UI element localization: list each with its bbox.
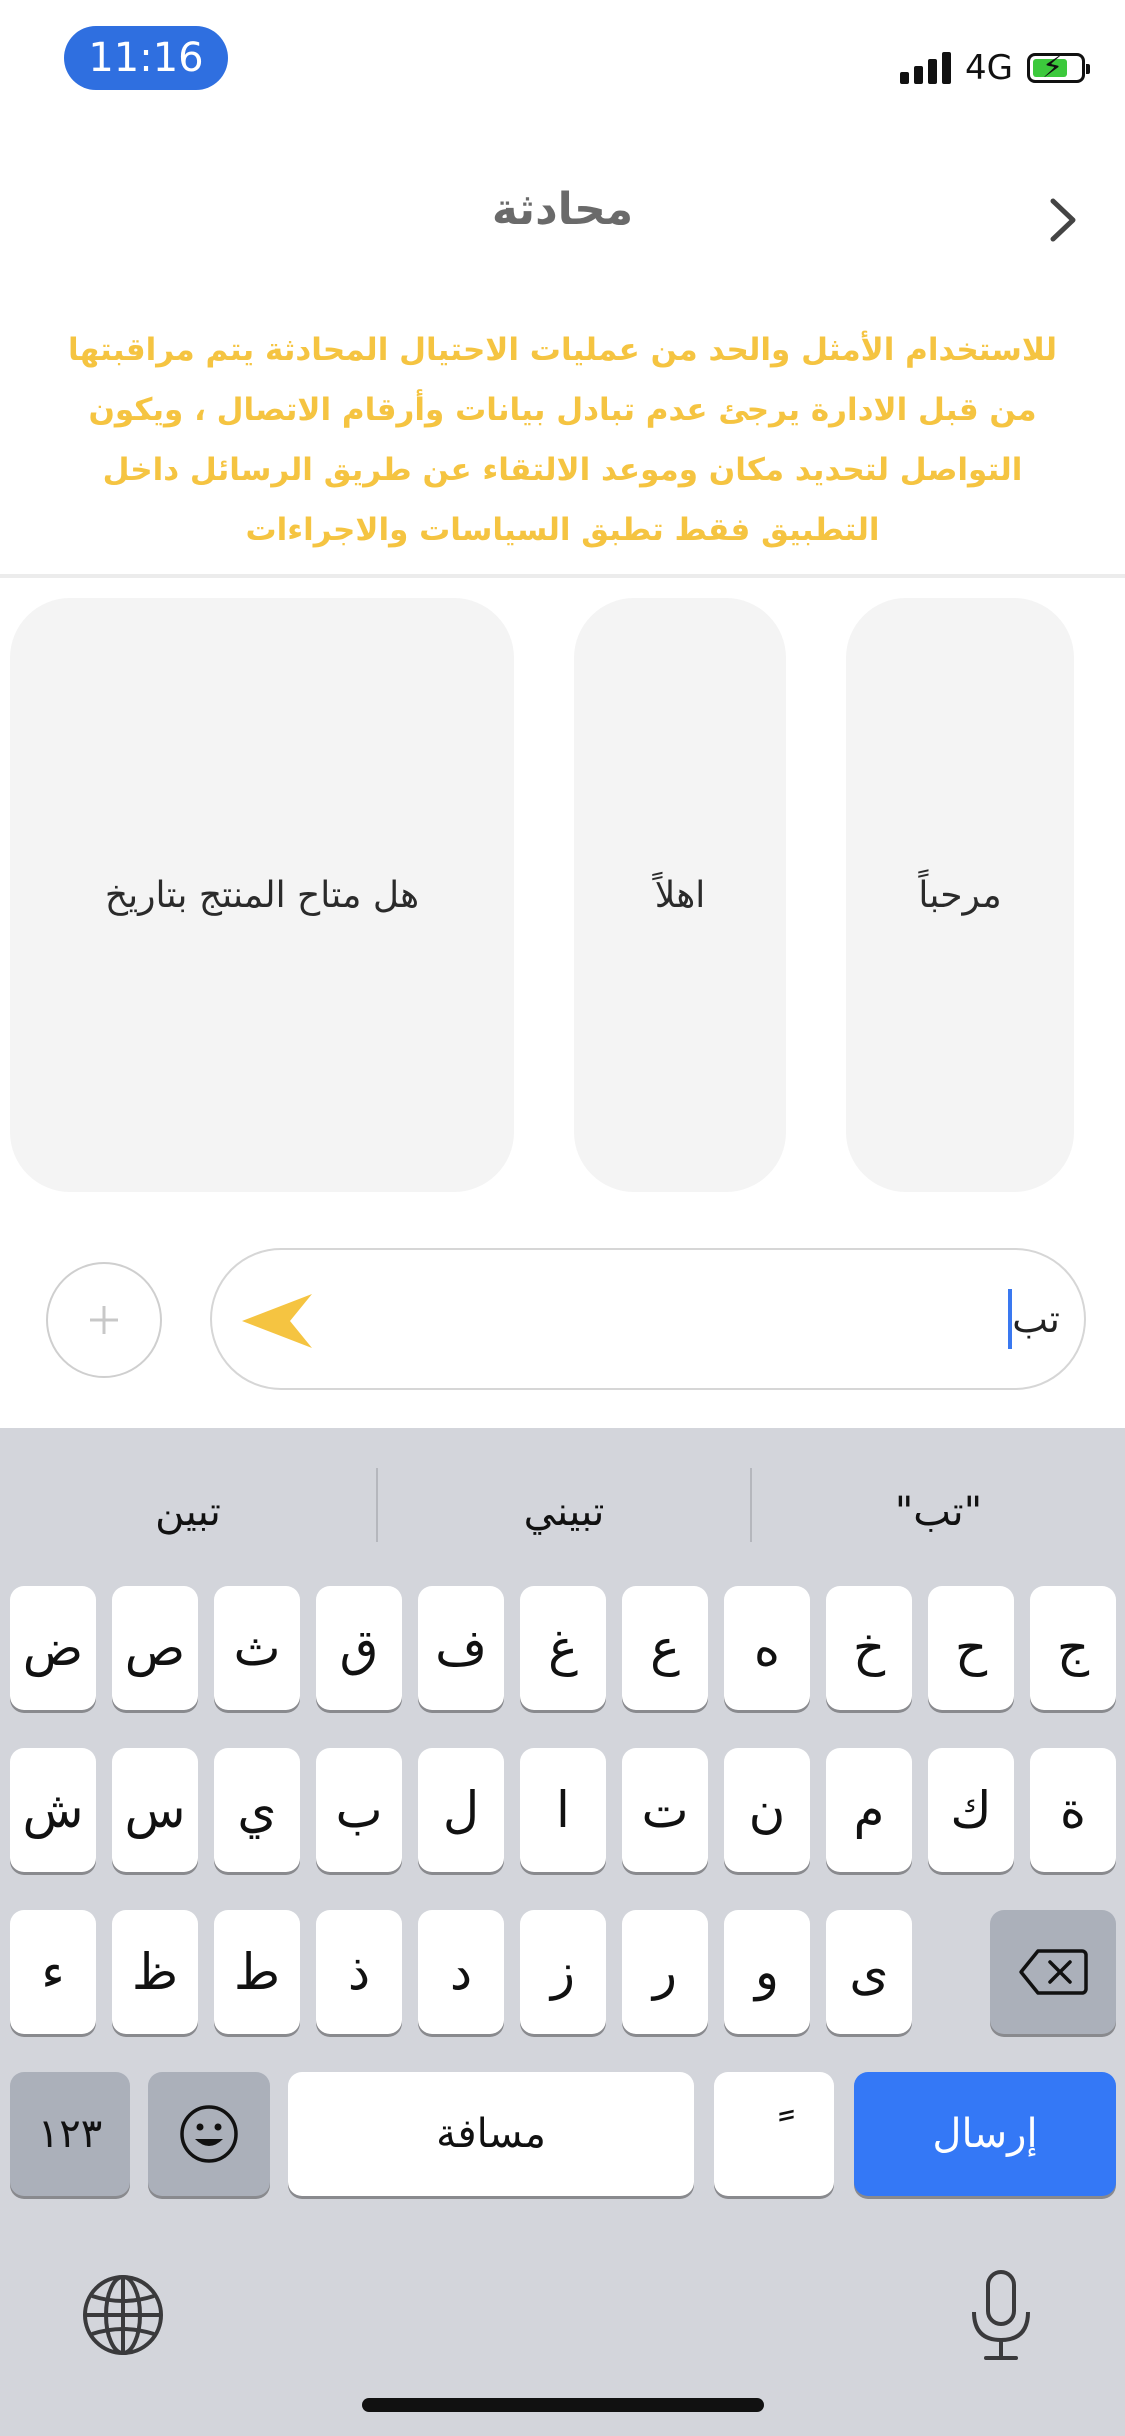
suggestion-2[interactable]: تبيني — [378, 1462, 750, 1562]
status-time: 11:16 — [64, 26, 228, 90]
key[interactable]: ج — [1030, 1586, 1116, 1710]
message-input-text: تب — [1012, 1297, 1060, 1341]
key[interactable]: ض — [10, 1586, 96, 1710]
suggestion-1[interactable]: "تب" — [752, 1462, 1125, 1562]
emoji-icon — [180, 2105, 238, 2163]
globe-icon — [83, 2275, 163, 2355]
delete-icon — [1019, 1949, 1088, 1995]
diacritic-key[interactable]: ً — [714, 2072, 834, 2196]
key[interactable]: ء — [10, 1910, 96, 2034]
key[interactable]: ق — [316, 1586, 402, 1710]
battery-charging-icon: ⚡ — [1027, 50, 1090, 85]
key[interactable]: ب — [316, 1748, 402, 1872]
key[interactable]: ر — [622, 1910, 708, 2034]
key[interactable]: ا — [520, 1748, 606, 1872]
globe-button[interactable] — [80, 2272, 166, 2362]
space-key[interactable]: مسافة — [288, 2072, 694, 2196]
key[interactable]: ص — [112, 1586, 198, 1710]
send-icon — [242, 1294, 312, 1348]
page-title: محادثة — [491, 184, 634, 235]
key[interactable]: ك — [928, 1748, 1014, 1872]
key[interactable]: ل — [418, 1748, 504, 1872]
quick-reply-label: هل متاح المنتج بتاريخ — [104, 874, 420, 916]
send-button[interactable] — [242, 1292, 316, 1354]
key[interactable]: ط — [214, 1910, 300, 2034]
key[interactable]: ة — [1030, 1748, 1116, 1872]
key[interactable]: ث — [214, 1586, 300, 1710]
status-indicators: 4G ⚡ — [900, 46, 1090, 90]
key[interactable]: م — [826, 1748, 912, 1872]
add-attachment-button[interactable] — [46, 1262, 162, 1378]
key[interactable]: ع — [622, 1586, 708, 1710]
emoji-key[interactable] — [148, 2072, 270, 2196]
microphone-icon — [972, 2270, 1030, 2360]
key[interactable]: غ — [520, 1586, 606, 1710]
suggestion-divider — [376, 1468, 378, 1542]
key[interactable]: و — [724, 1910, 810, 2034]
key[interactable]: س — [112, 1748, 198, 1872]
message-input[interactable]: تب — [210, 1248, 1086, 1390]
quick-reply-availability[interactable]: هل متاح المنتج بتاريخ — [10, 598, 514, 1192]
home-indicator[interactable] — [362, 2398, 764, 2412]
key[interactable]: ز — [520, 1910, 606, 2034]
key[interactable]: ش — [10, 1748, 96, 1872]
key[interactable]: ف — [418, 1586, 504, 1710]
quick-reply-welcome[interactable]: اهلاً — [574, 598, 786, 1192]
divider — [0, 574, 1125, 578]
numbers-key[interactable]: ١٢٣ — [10, 2072, 130, 2196]
suggestion-3[interactable]: تبين — [0, 1462, 376, 1562]
microphone-button[interactable] — [966, 2268, 1036, 2368]
key[interactable]: ذ — [316, 1910, 402, 2034]
key[interactable]: ى — [826, 1910, 912, 2034]
back-button[interactable] — [1035, 192, 1091, 248]
key[interactable]: ه — [724, 1586, 810, 1710]
key[interactable]: ن — [724, 1748, 810, 1872]
quick-reply-label: اهلاً — [654, 874, 706, 916]
key[interactable]: ي — [214, 1748, 300, 1872]
key[interactable]: خ — [826, 1586, 912, 1710]
send-key[interactable]: إرسال — [854, 2072, 1116, 2196]
key[interactable]: ظ — [112, 1910, 198, 2034]
delete-key[interactable] — [990, 1910, 1116, 2034]
moderation-notice: للاستخدام الأمثل والحد من عمليات الاحتيا… — [67, 332, 1058, 548]
suggestion-divider — [750, 1468, 752, 1542]
signal-icon — [900, 52, 952, 84]
key[interactable]: ت — [622, 1748, 708, 1872]
quick-reply-label: مرحباً — [918, 874, 1002, 916]
network-label: 4G — [965, 48, 1013, 88]
quick-reply-hello[interactable]: مرحباً — [846, 598, 1074, 1192]
chevron-right-icon — [1050, 198, 1076, 242]
key[interactable]: ح — [928, 1586, 1014, 1710]
key[interactable]: د — [418, 1910, 504, 2034]
plus-icon — [90, 1306, 118, 1334]
text-caret — [1008, 1289, 1013, 1349]
